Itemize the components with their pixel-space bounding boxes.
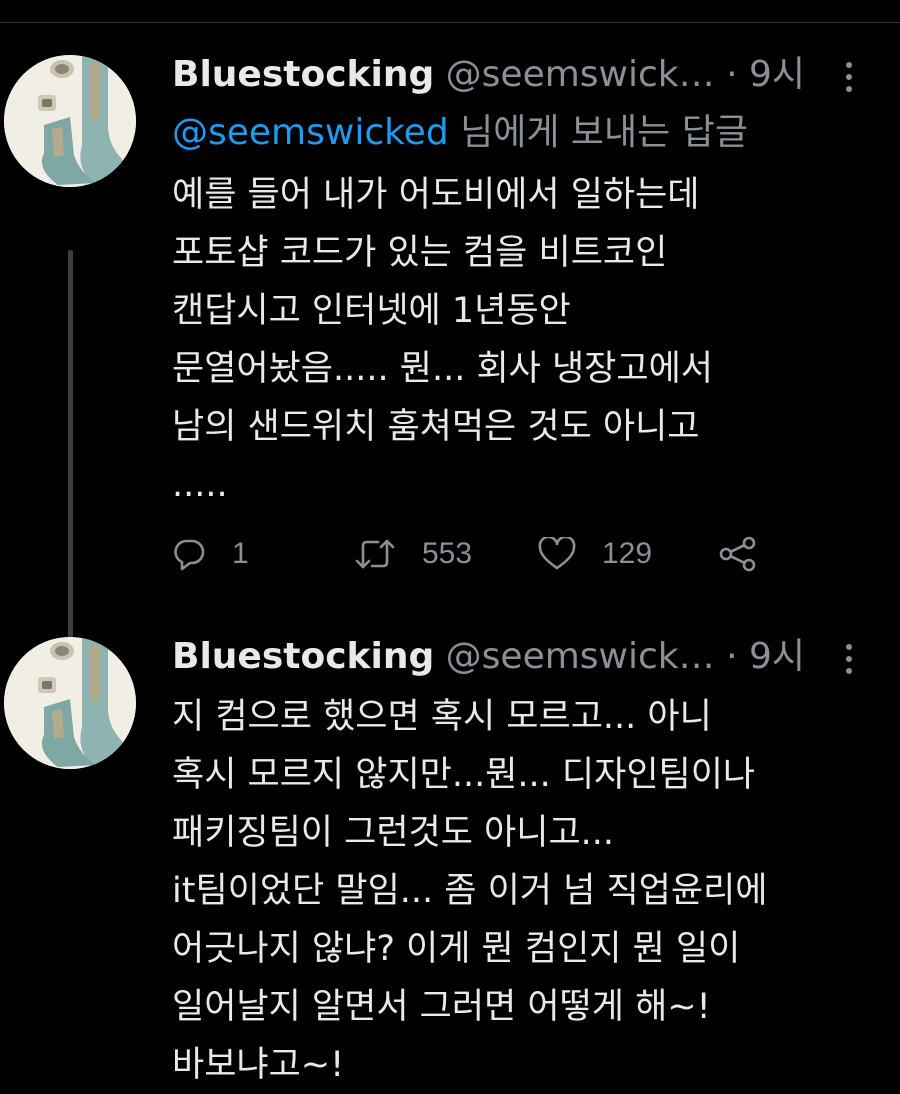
replying-to-suffix: 님에게 보내는 답글 [448, 112, 748, 153]
reply-icon [174, 539, 205, 571]
replying-to: @seemswicked 님에게 보내는 답글 [172, 108, 748, 158]
tweet-text: 지 컴으로 했으면 혹시 모르고... 아니 혹시 모르지 않지만...뭔...… [172, 697, 768, 1085]
retweet-button[interactable]: 553 [354, 526, 472, 582]
like-count: 129 [602, 537, 653, 570]
author-avatar[interactable] [4, 637, 136, 769]
top-divider [0, 22, 900, 23]
retweet-count: 553 [422, 537, 473, 570]
reply-count: 1 [232, 537, 249, 570]
more-options-icon[interactable] [838, 56, 862, 100]
more-options-icon[interactable] [838, 638, 862, 682]
share-icon [719, 536, 756, 572]
like-button[interactable]: 129 [538, 526, 652, 582]
mention-link[interactable]: @seemswicked [172, 112, 449, 153]
retweet-icon [355, 539, 395, 569]
tweet-text: 예를 들어 내가 어도비에서 일하는데 포토샵 코드가 있는 컴을 비트코인 캔… [172, 175, 713, 505]
avatar-image [4, 55, 136, 187]
author-name[interactable]: Bluestocking [172, 636, 434, 677]
tweet-actions: 1 553 129 [172, 526, 792, 582]
tweet-header: Bluestocking @seemswick… · 9시 [172, 50, 872, 104]
tweet-time[interactable]: 9시 [749, 636, 805, 677]
thread-line [68, 250, 73, 672]
tweet-header: Bluestocking @seemswick… · 9시 [172, 632, 872, 686]
tweet-time[interactable]: 9시 [749, 54, 805, 95]
author-handle[interactable]: @seemswick… [446, 54, 715, 95]
author-name[interactable]: Bluestocking [172, 54, 434, 95]
share-button[interactable] [718, 526, 758, 582]
reply-button[interactable]: 1 [172, 526, 249, 582]
avatar-image [4, 637, 136, 769]
separator-dot: · [726, 54, 738, 95]
author-avatar[interactable] [4, 55, 136, 187]
heart-icon [538, 537, 576, 570]
separator-dot: · [726, 636, 738, 677]
author-handle[interactable]: @seemswick… [446, 636, 715, 677]
